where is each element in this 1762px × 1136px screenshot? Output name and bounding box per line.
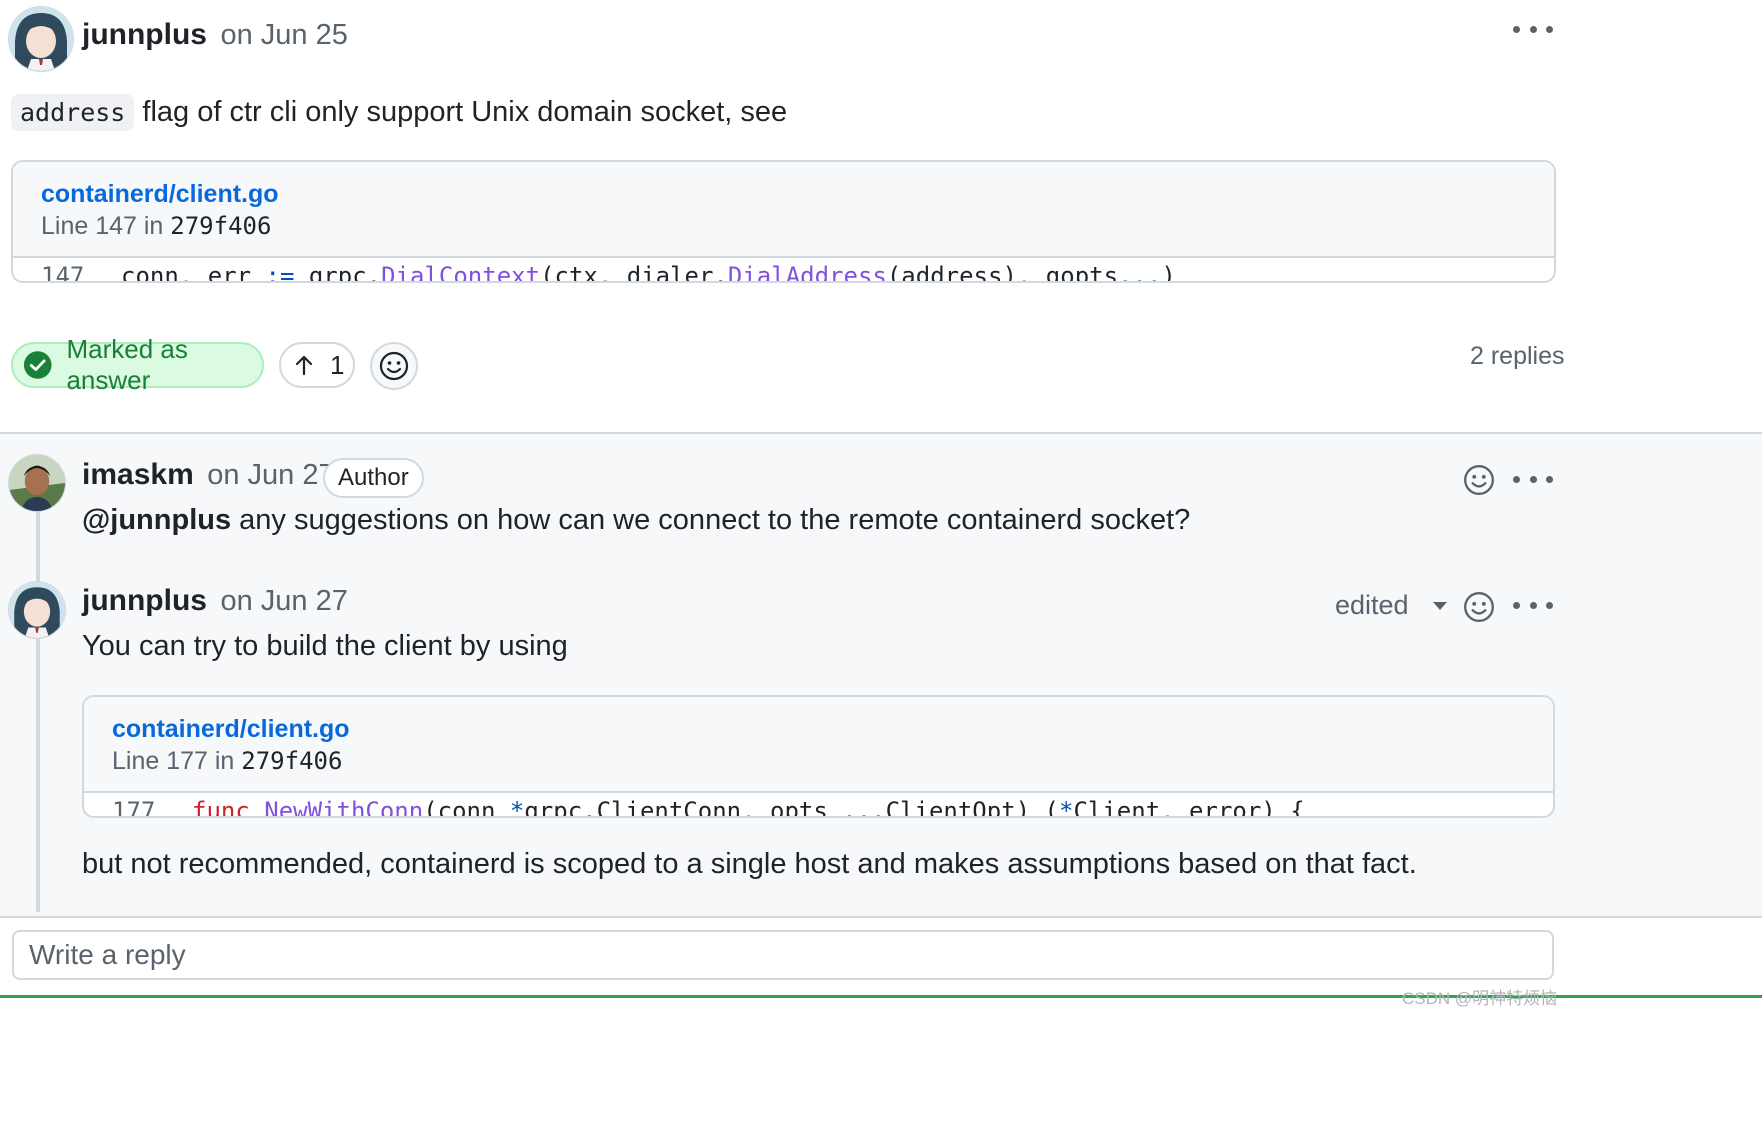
reply-2-header: junnplus on Jun 27	[82, 584, 348, 618]
code-token: (conn	[423, 797, 510, 818]
edited-history-dropdown[interactable]: edited	[1335, 590, 1447, 621]
code-line: 147 conn, err := grpc.DialContext(ctx, d…	[13, 258, 1554, 283]
reply-2-smiley-icon[interactable]	[1462, 590, 1496, 624]
code-embed-commit[interactable]: 279f406	[170, 212, 271, 240]
answer-label: Marked as answer	[66, 334, 188, 395]
upvote-count: 1	[330, 349, 345, 380]
avatar-image	[9, 7, 73, 71]
comment-more-options-icon[interactable]	[1513, 14, 1553, 44]
code-token: Client, error) {	[1073, 797, 1305, 818]
avatar-junnplus[interactable]	[9, 582, 65, 638]
code-embed-meta: Line 147 in 279f406	[41, 210, 1526, 242]
reply-1-body: @junnplus any suggestions on how can we …	[82, 504, 1190, 537]
code-embed-line-label: Line 177 in	[112, 747, 242, 775]
avatar-image	[9, 455, 65, 511]
reply-2-more-options-icon[interactable]	[1513, 590, 1553, 620]
code-embed-file-link[interactable]: containerd/client.go	[41, 178, 1526, 210]
code-token: DialAddress	[727, 262, 887, 283]
code-content: conn, err := grpc.DialContext(ctx, diale…	[121, 262, 1176, 283]
avatar-image	[9, 582, 65, 638]
line-number[interactable]: 147	[13, 262, 121, 281]
comment-text: flag of ctr cli only support Unix domain…	[134, 96, 788, 128]
code-token: ClientOpt) (	[885, 797, 1059, 818]
comment-username[interactable]: junnplus	[82, 18, 207, 51]
code-token: conn, err	[121, 262, 266, 283]
user-mention[interactable]: @junnplus	[82, 504, 231, 536]
code-embed-header: containerd/client.go Line 147 in 279f406	[13, 162, 1554, 258]
code-token: (ctx, dialer.	[540, 262, 728, 283]
comment-date[interactable]: on Jun 25	[220, 19, 347, 51]
reply-1-header: imaskm on Jun 27	[82, 458, 335, 492]
avatar-junnplus[interactable]	[9, 7, 73, 71]
comment-header: junnplus on Jun 25	[82, 18, 348, 52]
smiley-icon	[379, 351, 409, 381]
arrow-up-icon	[295, 355, 313, 376]
reply-2-text-after: but not recommended, containerd is scope…	[82, 848, 1417, 880]
edited-label: edited	[1335, 590, 1409, 620]
code-token: grpc.ClientConn, opts	[524, 797, 843, 818]
reply-1-more-options-icon[interactable]	[1513, 464, 1553, 494]
code-token: func	[192, 797, 250, 818]
replies-count: 2 replies	[1470, 342, 1565, 370]
reply-2-date[interactable]: on Jun 27	[220, 585, 347, 617]
code-embed-line-label: Line 147 in	[41, 212, 171, 240]
code-token: )	[1161, 262, 1176, 283]
code-embed: containerd/client.go Line 147 in 279f406…	[11, 160, 1556, 283]
code-token: (address), gopts	[886, 262, 1119, 283]
code-token: *	[509, 797, 525, 818]
author-badge: Author	[323, 458, 424, 498]
add-reaction-button[interactable]	[370, 342, 418, 390]
code-content: func NewWithConn(conn *grpc.ClientConn, …	[192, 797, 1305, 818]
comment-body: address flag of ctr cli only support Uni…	[11, 94, 788, 131]
marked-as-answer-button[interactable]: Marked as answer	[11, 334, 264, 395]
code-embed-header: containerd/client.go Line 177 in 279f406	[84, 697, 1553, 793]
inline-code: address	[11, 94, 135, 131]
line-number[interactable]: 177	[84, 797, 192, 816]
reply-1-text: any suggestions on how can we connect to…	[231, 504, 1191, 536]
code-token: ...	[842, 797, 886, 818]
reply-2-username[interactable]: junnplus	[82, 584, 207, 617]
reply-2-text-before: You can try to build the client by using	[82, 630, 568, 662]
code-embed-file-link[interactable]: containerd/client.go	[112, 713, 1525, 745]
code-token: DialContext	[381, 262, 541, 283]
code-token: *	[1059, 797, 1074, 818]
code-embed: containerd/client.go Line 177 in 279f406…	[82, 695, 1555, 818]
write-reply-input[interactable]	[12, 930, 1554, 980]
code-token: grpc.	[294, 262, 382, 283]
code-token: ...	[1118, 262, 1162, 283]
upvote-button[interactable]: 1	[279, 342, 355, 388]
code-line: 177 func NewWithConn(conn *grpc.ClientCo…	[84, 793, 1553, 818]
code-token: NewWithConn	[264, 797, 424, 818]
code-embed-meta: Line 177 in 279f406	[112, 745, 1525, 777]
watermark: CSDN @明神特烦恼	[1402, 989, 1558, 1008]
triangle-down-icon	[1432, 601, 1447, 610]
reply-1-date[interactable]: on Jun 27	[207, 459, 334, 491]
code-token: :=	[265, 262, 295, 283]
avatar-imaskm[interactable]	[9, 455, 65, 511]
check-circle-fill-icon	[23, 351, 52, 379]
reply-1-smiley-icon[interactable]	[1462, 463, 1496, 497]
reply-1-username[interactable]: imaskm	[82, 458, 194, 491]
thread-line	[36, 510, 40, 912]
code-embed-commit[interactable]: 279f406	[241, 747, 342, 775]
